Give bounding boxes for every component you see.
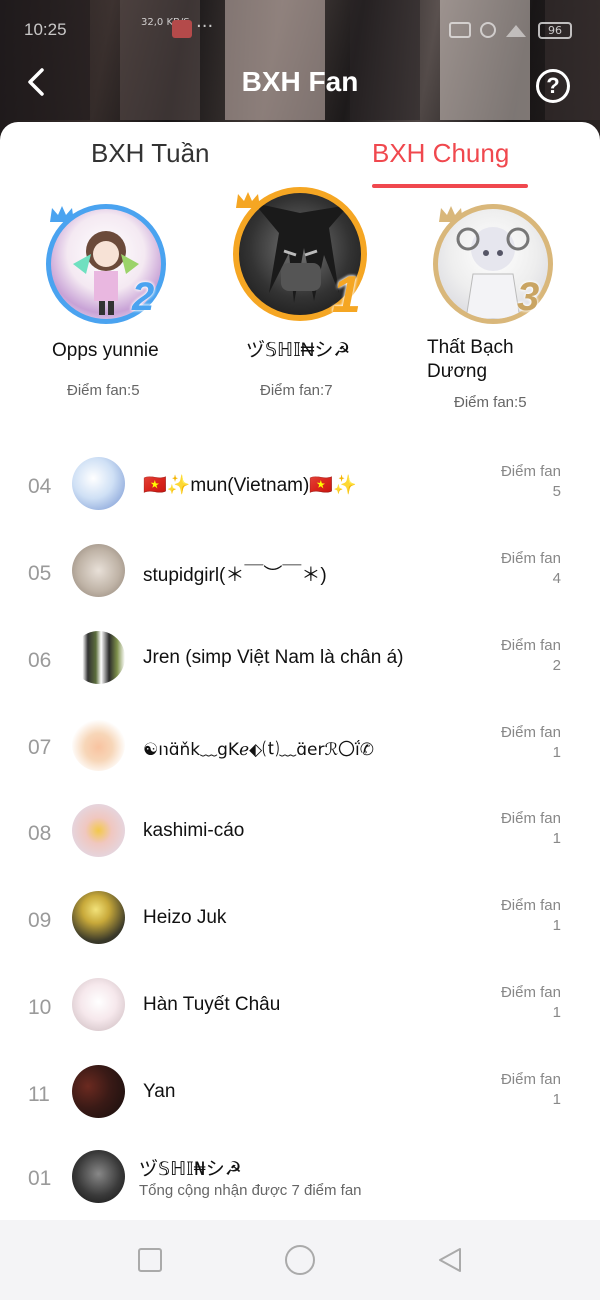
rank-number: 01 bbox=[28, 1167, 52, 1190]
rank-number: 2 bbox=[132, 275, 155, 319]
score-value: 1 bbox=[552, 744, 561, 761]
score-label: Điểm fan bbox=[500, 810, 561, 827]
score-value: 5 bbox=[552, 483, 561, 500]
rank-number: 09 bbox=[28, 909, 52, 932]
podium-rank-1[interactable]: 1 ヅ𝕊ℍ𝕀₦シ☭ Điểm fan:7 bbox=[230, 182, 380, 482]
podium-score: Điểm fan:7 bbox=[260, 382, 333, 399]
list-item[interactable]: 04 🇻🇳✨mun(Vietnam)🇻🇳✨ Điểm fan 5 bbox=[0, 447, 600, 533]
page-title: BXH Fan bbox=[241, 66, 359, 97]
recent-apps-button[interactable] bbox=[138, 1248, 162, 1272]
list-item[interactable]: 07 ☯ı℩ɑ̈ňk﹏gKℯ⬖⒯﹏ɑ̈erℛ〇ḯ✆ Điểm fan 1 bbox=[0, 708, 600, 794]
score-label: Điểm fan bbox=[500, 463, 561, 480]
avatar bbox=[72, 804, 125, 857]
avatar bbox=[72, 978, 125, 1031]
list-item[interactable]: 06 Jren (simp Việt Nam là chân á) Điểm f… bbox=[0, 621, 600, 707]
tab-general[interactable]: BXH Chung bbox=[372, 138, 509, 169]
fan-name: Hàn Tuyết Châu bbox=[143, 994, 281, 1015]
avatar bbox=[72, 891, 125, 944]
fan-name: Jren (simp Việt Nam là chân á) bbox=[143, 647, 404, 668]
list-item[interactable]: 09 Heizo Juk Điểm fan 1 bbox=[0, 881, 600, 967]
question-icon: ? bbox=[546, 73, 560, 98]
rank-number: 1 bbox=[332, 266, 361, 324]
avatar bbox=[72, 457, 125, 510]
avatar bbox=[72, 544, 125, 597]
score-label: Điểm fan bbox=[500, 984, 561, 1001]
my-score-summary: Tổng cộng nhận được 7 điểm fan bbox=[139, 1182, 362, 1199]
rank-number: 07 bbox=[28, 736, 52, 759]
fan-name: 🇻🇳✨mun(Vietnam)🇻🇳✨ bbox=[143, 475, 357, 496]
rank-number: 04 bbox=[28, 475, 52, 498]
rank-number: 06 bbox=[28, 649, 52, 672]
score-label: Điểm fan bbox=[500, 550, 561, 567]
podium-name: Thất Bạch Dương bbox=[427, 337, 514, 382]
podium-score: Điểm fan:5 bbox=[454, 394, 527, 411]
fan-name: Heizo Juk bbox=[143, 907, 227, 928]
rank-number: 3 bbox=[517, 275, 540, 319]
rank-number: 11 bbox=[28, 1083, 50, 1106]
back-triangle-icon[interactable] bbox=[436, 1246, 464, 1274]
my-rank-row[interactable]: 01 ヅ𝕊ℍ𝕀₦シ☭ Tổng cộng nhận được 7 điểm fa… bbox=[0, 1140, 600, 1220]
avatar bbox=[72, 1150, 125, 1203]
rank-number: 05 bbox=[28, 562, 52, 585]
podium-name: Opps yunnie bbox=[52, 340, 159, 361]
status-bar: 10:25 32,0 KB/S ··· 96 bbox=[0, 0, 600, 56]
signal-icons bbox=[449, 22, 526, 38]
tab-weekly[interactable]: BXH Tuần bbox=[91, 138, 210, 169]
score-value: 1 bbox=[552, 830, 561, 847]
notification-icon bbox=[172, 20, 192, 38]
status-time: 10:25 bbox=[24, 20, 67, 39]
fan-name: ☯ı℩ɑ̈ňk﹏gKℯ⬖⒯﹏ɑ̈erℛ〇ḯ✆ bbox=[143, 740, 374, 760]
score-label: Điểm fan bbox=[500, 637, 561, 654]
score-value: 4 bbox=[552, 570, 561, 587]
score-label: Điểm fan bbox=[500, 897, 561, 914]
my-name: ヅ𝕊ℍ𝕀₦シ☭ bbox=[139, 1158, 242, 1180]
system-nav-bar bbox=[0, 1220, 600, 1300]
list-item[interactable]: 10 Hàn Tuyết Châu Điểm fan 1 bbox=[0, 968, 600, 1054]
score-value: 1 bbox=[552, 917, 561, 934]
rank-number: 08 bbox=[28, 822, 52, 845]
score-label: Điểm fan bbox=[500, 724, 561, 741]
podium-score: Điểm fan:5 bbox=[67, 382, 140, 399]
avatar bbox=[72, 631, 125, 684]
list-item[interactable]: 11 Yan Điểm fan 1 bbox=[0, 1055, 600, 1141]
podium-name: ヅ𝕊ℍ𝕀₦シ☭ bbox=[246, 340, 351, 361]
score-value: 2 bbox=[552, 657, 561, 674]
rank-number: 10 bbox=[28, 996, 52, 1019]
home-button[interactable] bbox=[285, 1245, 315, 1275]
score-value: 1 bbox=[552, 1004, 561, 1021]
more-notifications-icon: ··· bbox=[196, 16, 214, 37]
score-value: 1 bbox=[552, 1091, 561, 1108]
score-label: Điểm fan bbox=[500, 1071, 561, 1088]
list-item[interactable]: 05 stupidgirl(＊￣︶￣＊) Điểm fan 4 bbox=[0, 534, 600, 620]
battery-indicator: 96 bbox=[538, 22, 572, 39]
help-button[interactable]: ? bbox=[536, 69, 570, 103]
avatar bbox=[72, 1065, 125, 1118]
list-item[interactable]: 08 kashimi-cáo Điểm fan 1 bbox=[0, 794, 600, 880]
fan-name: kashimi-cáo bbox=[143, 820, 245, 841]
fan-name: Yan bbox=[143, 1081, 176, 1102]
fan-name: stupidgirl(＊￣︶￣＊) bbox=[143, 565, 327, 586]
active-tab-indicator bbox=[372, 184, 528, 188]
avatar bbox=[72, 718, 125, 771]
